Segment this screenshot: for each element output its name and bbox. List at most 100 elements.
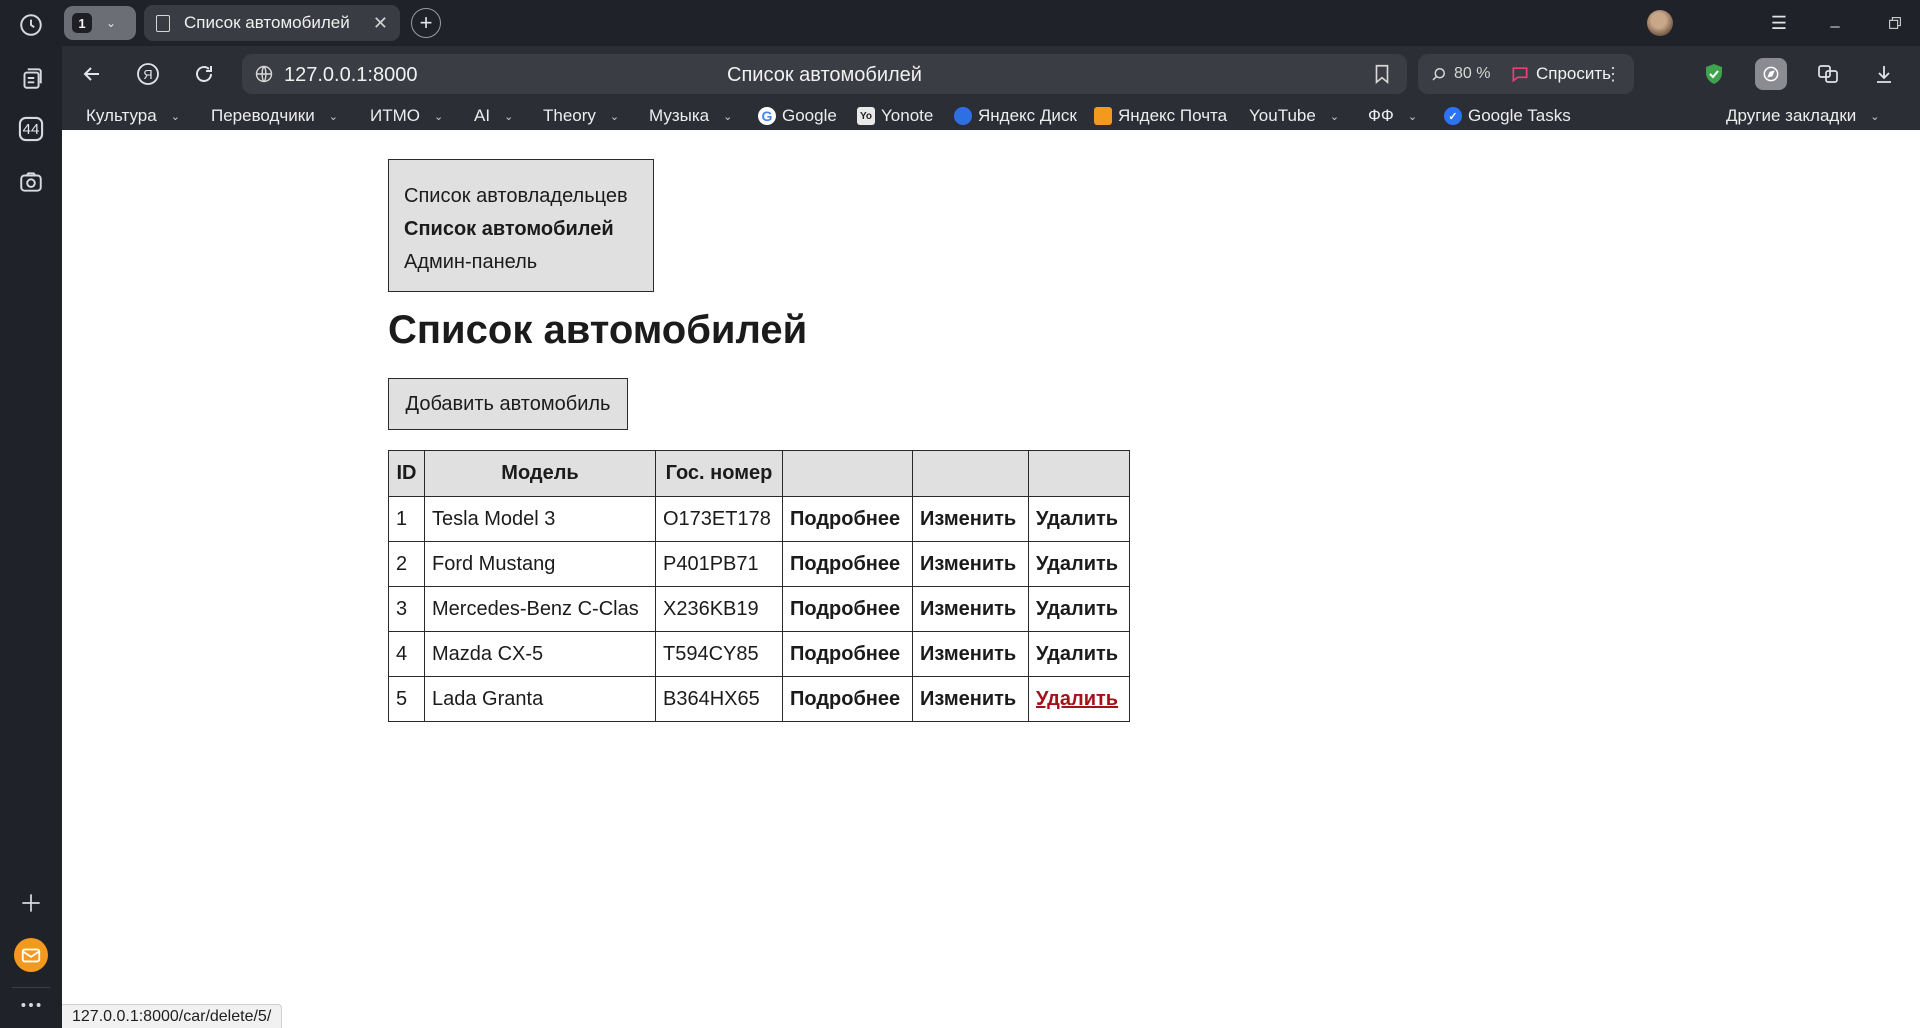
edit-link[interactable]: Изменить bbox=[912, 631, 1029, 677]
bookmark-folder-theory[interactable]: Theory ⌄ bbox=[543, 105, 619, 127]
bookmark-yandex-disk[interactable]: Яндекс Диск bbox=[954, 105, 1077, 127]
chevron-down-icon: ⌄ bbox=[723, 110, 733, 123]
cell-id: 2 bbox=[388, 541, 425, 587]
chevron-down-icon: ⌄ bbox=[106, 16, 117, 30]
reload-icon[interactable] bbox=[186, 56, 222, 92]
edit-link[interactable]: Изменить bbox=[912, 541, 1029, 587]
address-bar[interactable]: 127.0.0.1:8000 Список автомобилей bbox=[242, 54, 1407, 94]
page-heading: Список автомобилей bbox=[388, 308, 808, 352]
add-panel-icon[interactable] bbox=[11, 883, 51, 923]
cell-id: 4 bbox=[388, 631, 425, 677]
cell-id: 1 bbox=[388, 496, 425, 542]
cell-plate: B364HX65 bbox=[655, 676, 783, 722]
cell-model: Mazda CX-5 bbox=[424, 631, 656, 677]
edit-link[interactable]: Изменить bbox=[912, 586, 1029, 632]
bookmark-google[interactable]: G Google bbox=[758, 105, 837, 127]
chevron-down-icon: ⌄ bbox=[1329, 110, 1340, 123]
bookmark-folder-itmo[interactable]: ИТМО ⌄ bbox=[370, 105, 443, 127]
more-dots-icon[interactable] bbox=[11, 990, 51, 1020]
page-title-in-omnibox: Список автомобилей bbox=[727, 64, 922, 86]
chevron-down-icon: ⌄ bbox=[170, 110, 180, 123]
zoom-icon bbox=[1432, 68, 1445, 81]
restore-icon[interactable] bbox=[1880, 8, 1910, 38]
details-link[interactable]: Подробнее bbox=[782, 676, 913, 722]
google-tasks-icon: ✓ bbox=[1444, 107, 1462, 125]
bookmark-icon[interactable] bbox=[1371, 63, 1393, 85]
delete-link-text[interactable]: Удалить bbox=[1036, 688, 1118, 710]
close-tab-icon[interactable]: ✕ bbox=[373, 13, 388, 34]
bookmark-yandex-mail[interactable]: Яндекс Почта bbox=[1094, 105, 1227, 127]
bookmark-folder-muzyka[interactable]: Музыка ⌄ bbox=[649, 105, 732, 127]
notifications-badge-icon[interactable]: 44 bbox=[11, 109, 51, 149]
header-plate: Гос. номер bbox=[655, 450, 783, 497]
sidebar-divider bbox=[12, 987, 50, 988]
add-car-button[interactable]: Добавить автомобиль bbox=[388, 378, 628, 430]
chevron-down-icon: ⌄ bbox=[609, 110, 620, 123]
tabs-counter-button[interactable]: 1 ⌄ bbox=[64, 6, 136, 40]
more-vertical-icon[interactable]: ⋮ bbox=[1604, 64, 1622, 85]
translate-extension-icon[interactable] bbox=[1812, 58, 1844, 90]
nav-link-cars[interactable]: Список автомобилей bbox=[404, 213, 638, 246]
details-link[interactable]: Подробнее bbox=[782, 586, 913, 632]
cell-id: 5 bbox=[388, 676, 425, 722]
cell-plate: O173ET178 bbox=[655, 496, 783, 542]
zoom-level: 80 % bbox=[1454, 65, 1491, 82]
delete-link[interactable]: Удалить bbox=[1028, 586, 1130, 632]
bookmark-folder-youtube[interactable]: YouTube ⌄ bbox=[1249, 105, 1339, 127]
nav-link-owners[interactable]: Список автовладельцев bbox=[404, 180, 638, 213]
collections-icon[interactable] bbox=[11, 58, 51, 98]
zoom-ask-pill: 80 % Спросить ⋮ bbox=[1418, 54, 1634, 94]
status-bar-url: 127.0.0.1:8000/car/delete/5/ bbox=[62, 1004, 283, 1028]
cell-model: Lada Granta bbox=[424, 676, 656, 722]
table-row: 2 Ford Mustang P401PB71 Подробнее Измени… bbox=[388, 541, 1130, 587]
minimize-icon[interactable] bbox=[1820, 8, 1850, 38]
ask-alice-button[interactable]: Спросить bbox=[1506, 64, 1611, 84]
compass-extension-icon[interactable] bbox=[1755, 58, 1787, 90]
delete-link[interactable]: Удалить bbox=[1028, 541, 1130, 587]
tab-strip: 1 ⌄ Список автомобилей ✕ + ☰ bbox=[62, 0, 1920, 46]
header-model: Модель bbox=[424, 450, 656, 497]
active-tab[interactable]: Список автомобилей ✕ bbox=[144, 5, 400, 41]
history-icon[interactable] bbox=[11, 5, 51, 45]
bookmark-yonote[interactable]: Yo Yonote bbox=[857, 105, 933, 127]
bookmark-folder-ai[interactable]: AI ⌄ bbox=[474, 105, 513, 127]
zoom-control[interactable]: 80 % bbox=[1418, 65, 1506, 83]
nav-link-admin[interactable]: Админ-панель bbox=[404, 246, 638, 279]
browser-sidebar: 44 bbox=[0, 0, 62, 1028]
delete-link[interactable]: Удалить bbox=[1028, 631, 1130, 677]
new-tab-button[interactable]: + bbox=[411, 8, 441, 38]
menu-icon[interactable]: ☰ bbox=[1764, 8, 1794, 38]
edit-link[interactable]: Изменить bbox=[912, 676, 1029, 722]
back-icon[interactable] bbox=[74, 56, 110, 92]
cell-plate: P401PB71 bbox=[655, 541, 783, 587]
header-empty bbox=[1028, 450, 1130, 497]
cell-model: Mercedes-Benz C-Clas bbox=[424, 586, 656, 632]
bookmark-google-tasks[interactable]: ✓ Google Tasks bbox=[1444, 105, 1571, 127]
yandex-mail-sidebar-icon[interactable] bbox=[14, 938, 48, 972]
header-empty bbox=[782, 450, 913, 497]
download-icon[interactable] bbox=[1868, 58, 1900, 90]
details-link[interactable]: Подробнее bbox=[782, 541, 913, 587]
details-link[interactable]: Подробнее bbox=[782, 496, 913, 542]
adblock-shield-icon[interactable] bbox=[1698, 58, 1730, 90]
google-icon: G bbox=[758, 107, 776, 125]
other-bookmarks[interactable]: Другие закладки ⌄ bbox=[1726, 105, 1879, 127]
yandex-icon[interactable]: Я bbox=[130, 56, 166, 92]
bookmark-folder-ff[interactable]: ФФ ⌄ bbox=[1368, 105, 1417, 127]
cell-id: 3 bbox=[388, 586, 425, 632]
tab-title: Список автомобилей bbox=[184, 13, 350, 32]
delete-link[interactable]: Удалить bbox=[1028, 496, 1130, 542]
table-row: 3 Mercedes-Benz C-Clas X236KB19 Подробне… bbox=[388, 586, 1130, 632]
profile-avatar[interactable] bbox=[1647, 10, 1673, 36]
screenshot-icon[interactable] bbox=[11, 162, 51, 202]
bookmark-folder-kultura[interactable]: Культура ⌄ bbox=[86, 105, 180, 127]
edit-link[interactable]: Изменить bbox=[912, 496, 1029, 542]
page-icon bbox=[156, 14, 170, 32]
details-link[interactable]: Подробнее bbox=[782, 631, 913, 677]
table-header-row: ID Модель Гос. номер bbox=[388, 450, 1130, 497]
bookmark-folder-perevodchiki[interactable]: Переводчики ⌄ bbox=[211, 105, 338, 127]
delete-link-hovered[interactable]: Удалить bbox=[1028, 676, 1130, 722]
cars-table: ID Модель Гос. номер 1 Tesla Model 3 O17… bbox=[388, 450, 1130, 722]
cell-plate: X236KB19 bbox=[655, 586, 783, 632]
chevron-down-icon: ⌄ bbox=[504, 110, 514, 123]
